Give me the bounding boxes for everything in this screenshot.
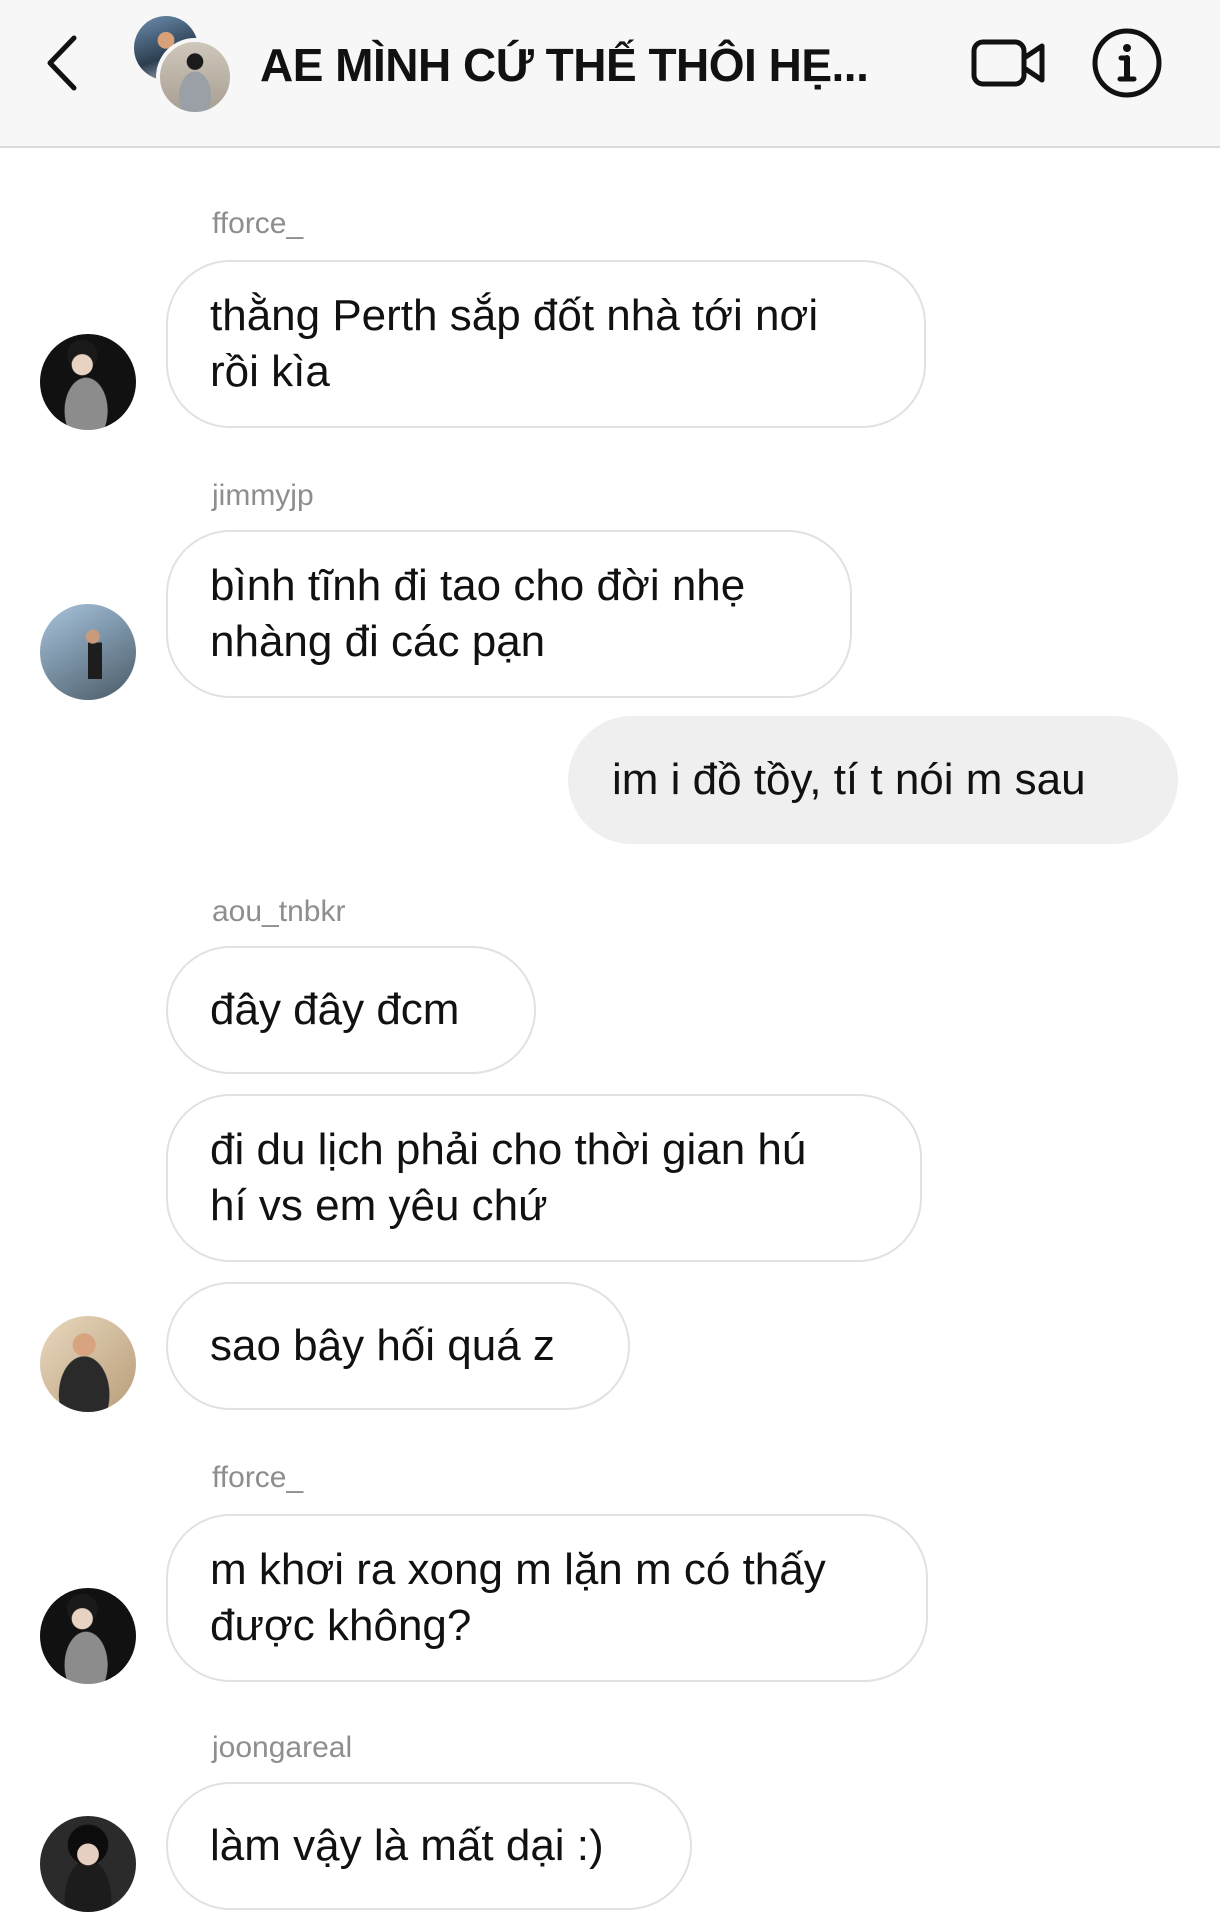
sender-name: fforce_ xyxy=(212,1461,304,1494)
message-bubble[interactable]: làm vậy là mất dại :) xyxy=(166,1782,692,1910)
message-bubble[interactable]: m khơi ra xong m lặn m có thấy được khôn… xyxy=(166,1514,928,1682)
group-avatar-member-2 xyxy=(156,38,234,116)
sender-name: aou_tnbkr xyxy=(212,895,346,928)
avatar[interactable] xyxy=(40,1316,136,1412)
message-bubble[interactable]: đi du lịch phải cho thời gian hú hí vs e… xyxy=(166,1094,922,1262)
message-bubble[interactable]: thằng Perth sắp đốt nhà tới nơi rồi kìa xyxy=(166,260,926,428)
video-camera-icon[interactable] xyxy=(968,28,1048,98)
sender-name: jimmyjp xyxy=(212,479,314,512)
chevron-left-icon[interactable] xyxy=(38,28,88,98)
chat-header: AE MÌNH CỨ THẾ THÔI HẸ... xyxy=(0,0,1220,148)
info-icon[interactable] xyxy=(1090,26,1164,100)
message-bubble[interactable]: sao bây hối quá z xyxy=(166,1282,630,1410)
message-bubble[interactable]: đây đây đcm xyxy=(166,946,536,1074)
my-message-bubble[interactable]: im i đồ tồy, tí t nói m sau xyxy=(568,716,1178,844)
sender-name: joongareal xyxy=(212,1731,353,1764)
sender-name: fforce_ xyxy=(212,207,304,240)
message-bubble[interactable]: bình tĩnh đi tao cho đời nhẹ nhàng đi cá… xyxy=(166,530,852,698)
avatar[interactable] xyxy=(40,1816,136,1912)
avatar[interactable] xyxy=(40,604,136,700)
avatar[interactable] xyxy=(40,1588,136,1684)
chat-title[interactable]: AE MÌNH CỨ THẾ THÔI HẸ... xyxy=(260,30,920,100)
avatar[interactable] xyxy=(40,334,136,430)
group-avatar[interactable] xyxy=(132,14,234,116)
